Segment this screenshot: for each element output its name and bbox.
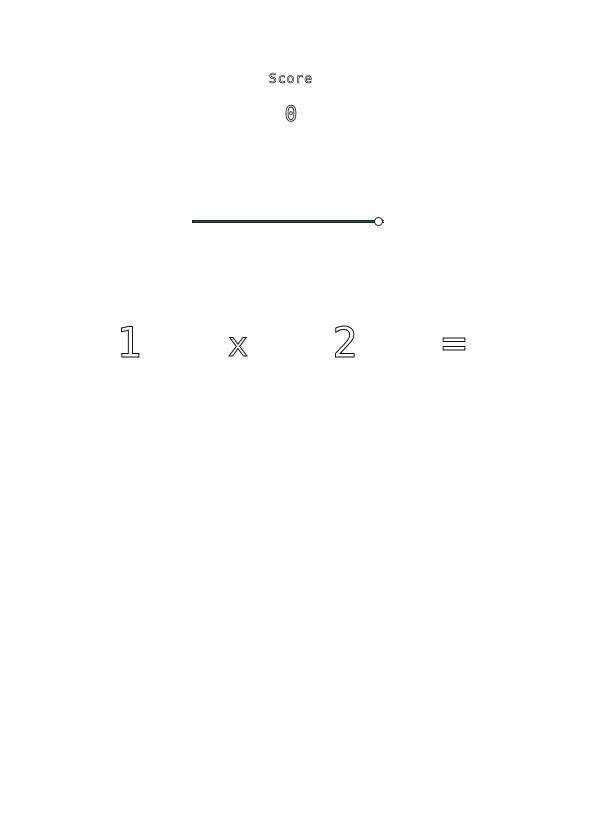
operand-a: 1 bbox=[116, 318, 142, 367]
timer-bar bbox=[190, 215, 395, 229]
timer-fill bbox=[193, 221, 379, 222]
equals-sign: = bbox=[441, 318, 467, 367]
timer-knob bbox=[374, 217, 384, 226]
operand-b: 2 bbox=[332, 318, 358, 367]
operator-symbol: x bbox=[227, 325, 249, 365]
timer-track bbox=[192, 220, 384, 223]
score-label: Score bbox=[268, 72, 314, 87]
score-value: 0 bbox=[284, 102, 298, 126]
